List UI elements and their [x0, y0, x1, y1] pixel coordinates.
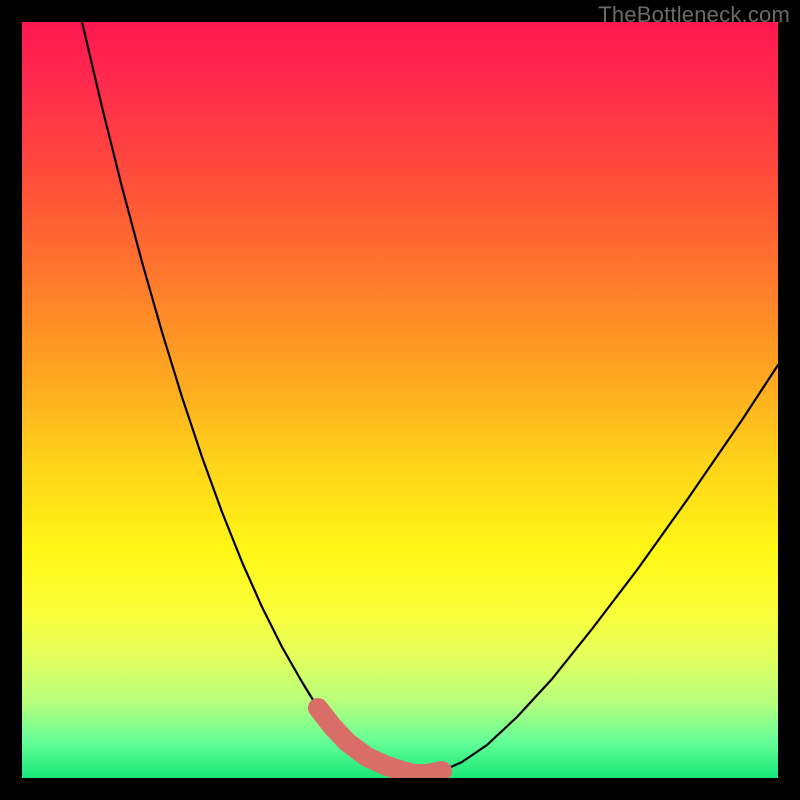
curve-layer — [22, 22, 778, 778]
watermark-text: TheBottleneck.com — [598, 2, 790, 28]
bottleneck-curve — [82, 22, 778, 774]
plot-area — [22, 22, 778, 778]
outer-frame: TheBottleneck.com — [0, 0, 800, 800]
trough-highlight — [318, 708, 442, 774]
